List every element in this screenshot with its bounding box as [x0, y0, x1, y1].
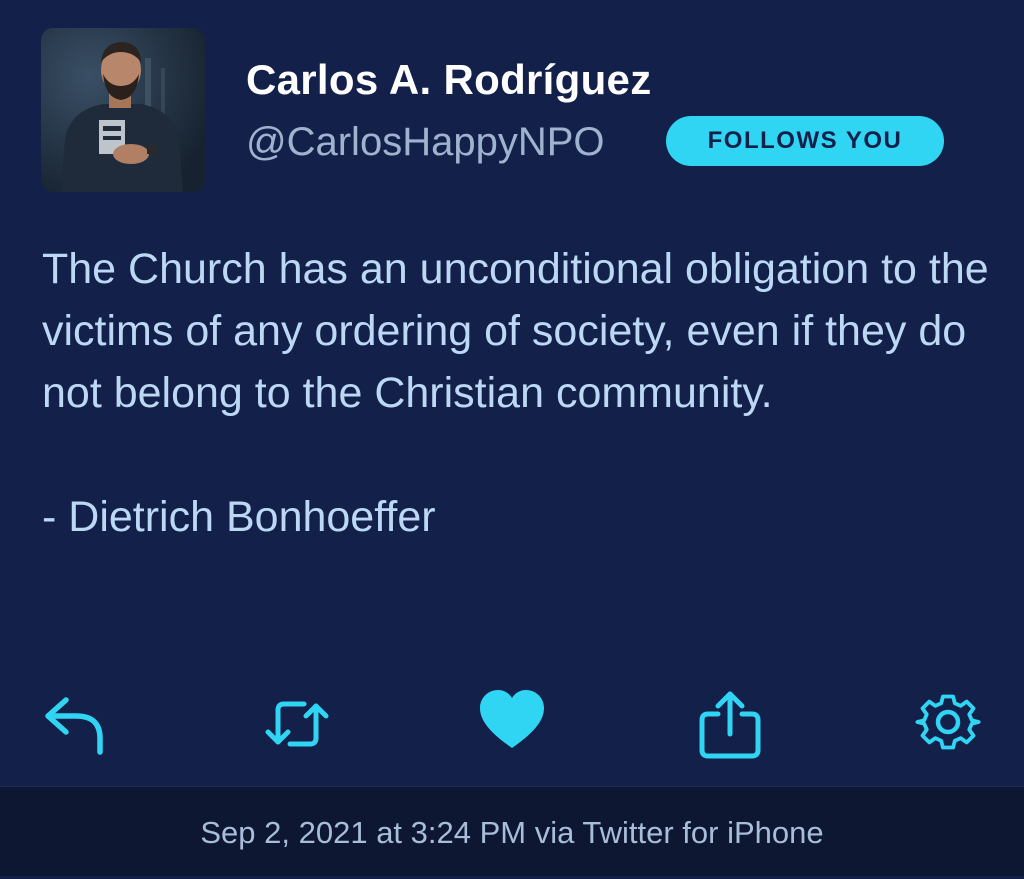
- share-icon: [699, 691, 761, 759]
- like-button[interactable]: [472, 680, 552, 760]
- reply-icon: [45, 697, 103, 755]
- tweet-footer: Sep 2, 2021 at 3:24 PM via Twitter for i…: [0, 786, 1024, 876]
- reply-button[interactable]: [36, 680, 116, 760]
- settings-button[interactable]: [908, 680, 988, 760]
- heart-icon: [480, 690, 544, 748]
- author-name[interactable]: Carlos A. Rodríguez: [246, 56, 652, 104]
- retweet-button[interactable]: [252, 680, 332, 760]
- action-bar: [0, 680, 1024, 770]
- tweet-timestamp: Sep 2, 2021 at 3:24 PM via Twitter for i…: [200, 815, 824, 850]
- share-button[interactable]: [690, 680, 770, 760]
- gear-icon: [915, 694, 981, 750]
- tweet-text: The Church has an unconditional obligati…: [42, 245, 989, 541]
- avatar-photo: [41, 28, 205, 192]
- tweet-card: Carlos A. Rodríguez @CarlosHappyNPO FOLL…: [0, 0, 1024, 786]
- retweet-icon: [265, 701, 329, 747]
- author-handle[interactable]: @CarlosHappyNPO: [246, 120, 605, 165]
- avatar[interactable]: [41, 28, 205, 192]
- follows-you-badge: FOLLOWS YOU: [666, 116, 944, 166]
